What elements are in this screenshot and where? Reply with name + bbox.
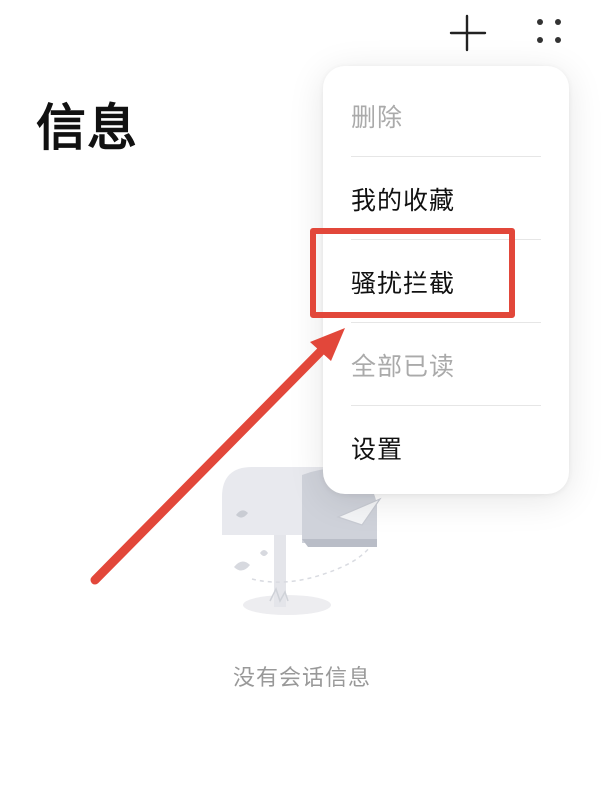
page-title: 信息 (36, 99, 138, 157)
menu-item-mark-all-read[interactable]: 全部已读 (351, 323, 541, 406)
add-button[interactable] (443, 8, 491, 56)
highlight-box (310, 228, 515, 318)
menu-item-delete[interactable]: 删除 (351, 74, 541, 157)
plus-icon (449, 14, 487, 52)
more-dots-icon (537, 19, 561, 43)
empty-state-text: 没有会话信息 (232, 666, 371, 691)
more-options-button[interactable] (526, 8, 574, 56)
menu-item-settings[interactable]: 设置 (351, 406, 541, 489)
